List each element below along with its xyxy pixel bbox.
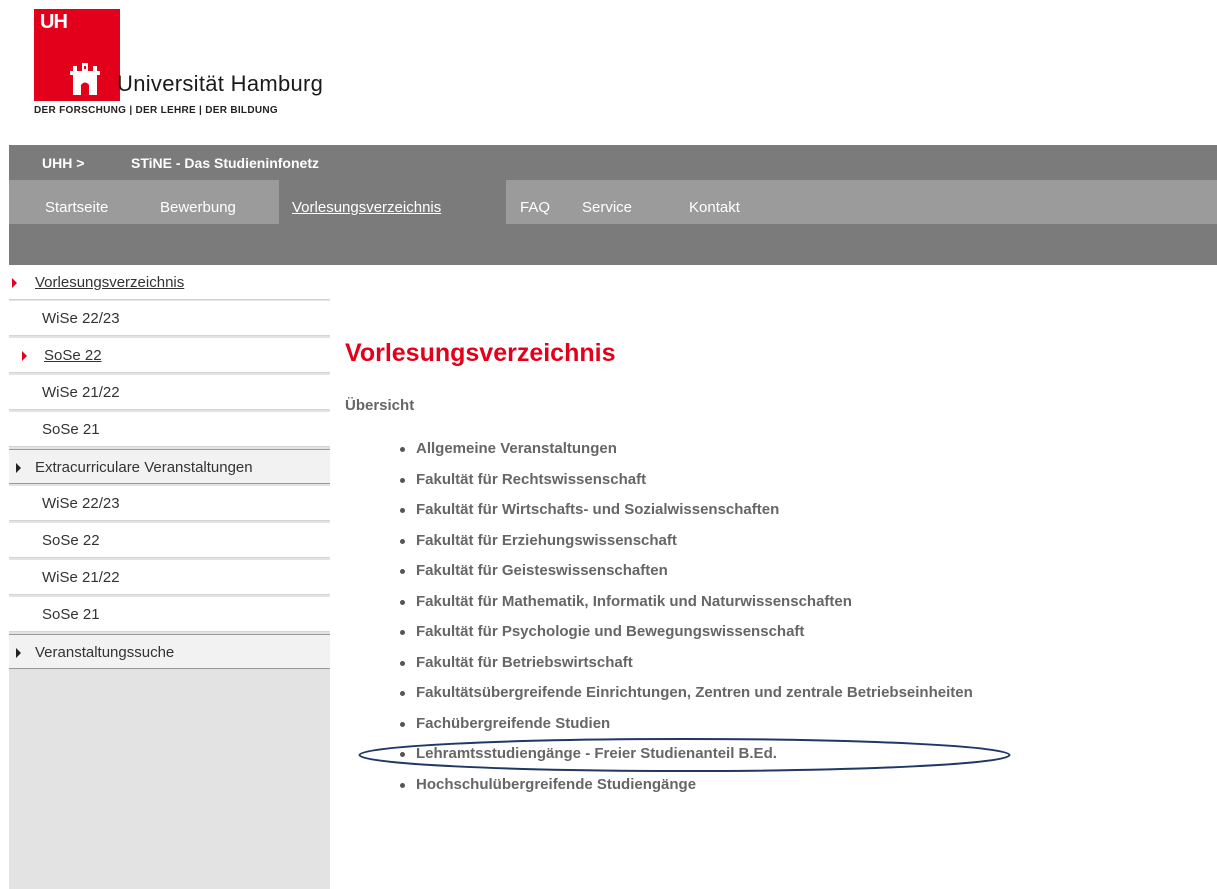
arrow-right-icon xyxy=(16,648,21,658)
sub-nav-bar xyxy=(9,224,1217,265)
sidebar-item-extra-wise-22-23[interactable]: WiSe 22/23 xyxy=(9,486,330,521)
sidebar-item-sose-21[interactable]: SoSe 21 xyxy=(9,412,330,447)
logo-name: Universität Hamburg xyxy=(117,71,324,96)
list-item[interactable]: Fakultät für Psychologie und Bewegungswi… xyxy=(398,623,973,654)
sidebar-item-label: SoSe 22 xyxy=(42,532,100,549)
hamburg-arms-icon xyxy=(70,63,100,95)
logo-tagline: DER FORSCHUNG | DER LEHRE | DER BILDUNG xyxy=(34,105,278,116)
nav-item-service[interactable]: Service xyxy=(582,199,632,216)
sidebar-item-wise-22-23[interactable]: WiSe 22/23 xyxy=(9,301,330,336)
sidebar-item-label: SoSe 22 xyxy=(44,347,102,364)
list-item[interactable]: Hochschulübergreifende Studiengänge xyxy=(398,776,973,807)
main-nav: Startseite Bewerbung Vorlesungsverzeichn… xyxy=(9,180,1217,224)
list-item[interactable]: Fakultät für Wirtschafts- und Sozialwiss… xyxy=(398,501,973,532)
university-logo[interactable]: UH Universität Hamburg DER FORSCHUNG | D… xyxy=(34,9,374,119)
sidebar-item-label: WiSe 21/22 xyxy=(42,569,120,586)
sidebar-item-vorlesungsverzeichnis[interactable]: Vorlesungsverzeichnis xyxy=(9,265,330,300)
list-item[interactable]: Fakultät für Mathematik, Informatik und … xyxy=(398,593,973,624)
breadcrumb-stine[interactable]: STiNE - Das Studieninfonetz xyxy=(131,155,319,171)
site-header-bar: UHH > STiNE - Das Studieninfonetz xyxy=(9,145,1217,180)
sidebar: Vorlesungsverzeichnis WiSe 22/23 SoSe 22… xyxy=(9,265,330,889)
sidebar-item-extracurriculare[interactable]: Extracurriculare Veranstaltungen xyxy=(9,449,330,484)
sidebar-item-label: WiSe 21/22 xyxy=(42,384,120,401)
sidebar-item-extra-sose-22[interactable]: SoSe 22 xyxy=(9,523,330,558)
nav-item-vorlesungsverzeichnis[interactable]: Vorlesungsverzeichnis xyxy=(292,199,441,216)
breadcrumb-uhh[interactable]: UHH > xyxy=(42,155,84,171)
nav-item-startseite[interactable]: Startseite xyxy=(45,199,108,216)
arrow-right-icon xyxy=(12,278,17,288)
sidebar-item-wise-21-22[interactable]: WiSe 21/22 xyxy=(9,375,330,410)
nav-item-faq[interactable]: FAQ xyxy=(520,199,550,216)
list-item[interactable]: Fakultätsübergreifende Einrichtungen, Ze… xyxy=(398,684,973,715)
arrow-right-icon xyxy=(16,463,21,473)
sidebar-item-label: SoSe 21 xyxy=(42,606,100,623)
arrow-right-icon xyxy=(22,351,27,361)
sidebar-item-extra-wise-21-22[interactable]: WiSe 21/22 xyxy=(9,560,330,595)
sidebar-item-label: WiSe 22/23 xyxy=(42,310,120,327)
sidebar-item-sose-22[interactable]: SoSe 22 xyxy=(9,338,330,373)
sidebar-item-label: WiSe 22/23 xyxy=(42,495,120,512)
list-item[interactable]: Fakultät für Geisteswissenschaften xyxy=(398,562,973,593)
highlight-annotation-ellipse xyxy=(358,738,1011,772)
page-title: Vorlesungsverzeichnis xyxy=(345,339,616,367)
list-item[interactable]: Fakultät für Betriebswirtschaft xyxy=(398,654,973,685)
page-subtitle: Übersicht xyxy=(345,397,415,414)
sidebar-item-label: SoSe 21 xyxy=(42,421,100,438)
list-item[interactable]: Fakultät für Rechtswissenschaft xyxy=(398,471,973,502)
sidebar-item-label: Veranstaltungssuche xyxy=(35,644,175,661)
nav-item-bewerbung[interactable]: Bewerbung xyxy=(160,199,236,216)
nav-item-kontakt[interactable]: Kontakt xyxy=(689,199,740,216)
sidebar-item-extra-sose-21[interactable]: SoSe 21 xyxy=(9,597,330,632)
logo-mark: UH xyxy=(34,9,120,101)
sidebar-item-veranstaltungssuche[interactable]: Veranstaltungssuche xyxy=(9,634,330,669)
list-item[interactable]: Allgemeine Veranstaltungen xyxy=(398,440,973,471)
sidebar-item-label: Extracurriculare Veranstaltungen xyxy=(35,459,253,476)
logo-mark-text: UH xyxy=(40,11,68,33)
sidebar-item-label: Vorlesungsverzeichnis xyxy=(35,274,185,291)
list-item[interactable]: Fakultät für Erziehungswissenschaft xyxy=(398,532,973,563)
